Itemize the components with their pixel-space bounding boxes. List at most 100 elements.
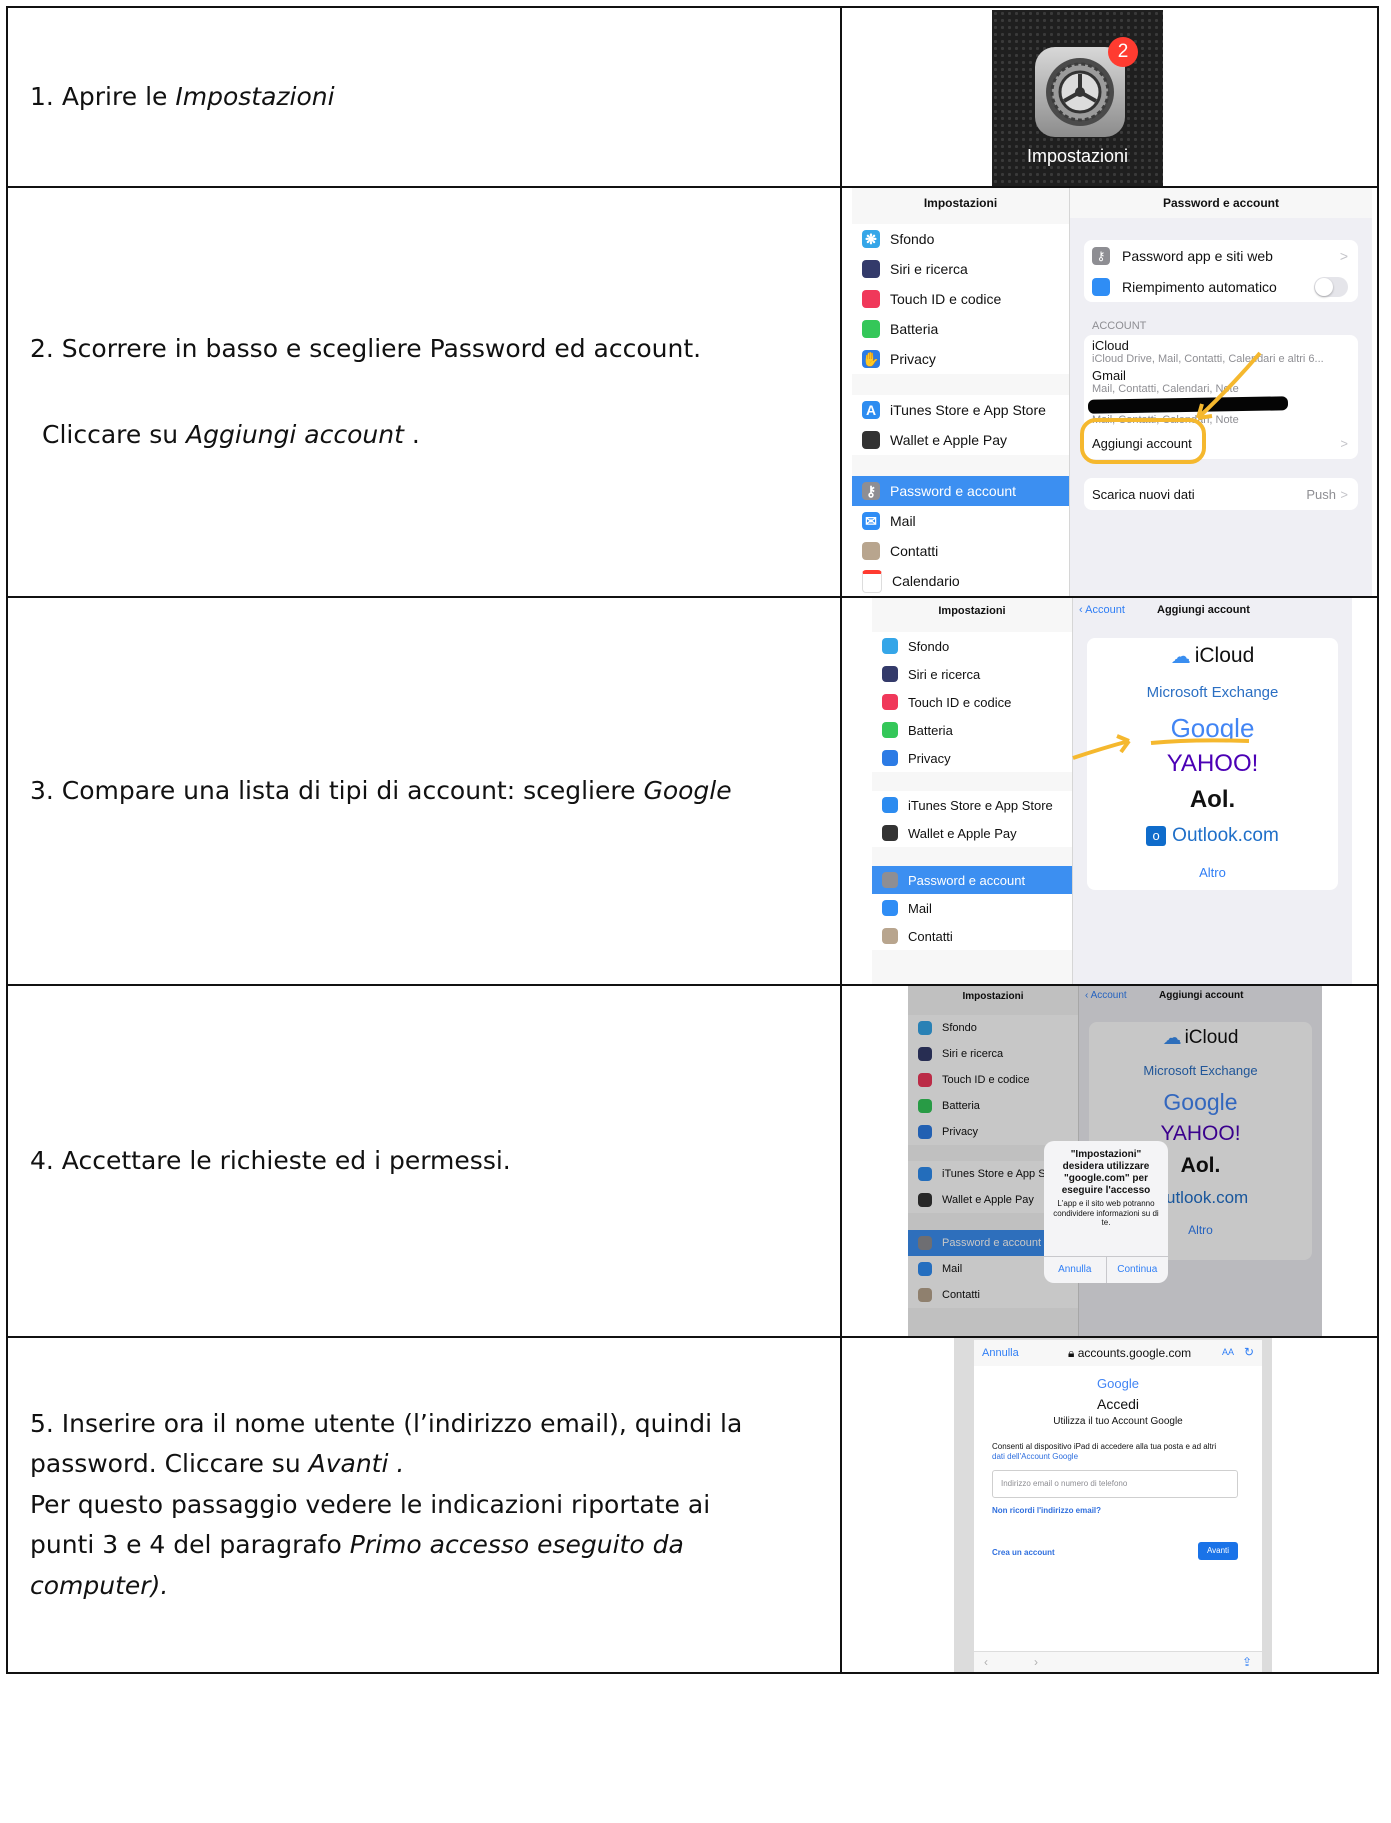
battery-icon <box>882 722 898 738</box>
alert-continue-button[interactable]: Continua <box>1107 1257 1169 1283</box>
google-logo: Google <box>1097 1376 1139 1391</box>
sidebar-item-label: Sfondo <box>890 231 935 247</box>
browser-toolbar: ‹ › ⇪ <box>974 1651 1262 1672</box>
sidebar-item-wallet[interactable]: Wallet e Apple Pay <box>872 819 1072 847</box>
sidebar-item-label: Siri e ricerca <box>890 261 968 277</box>
sidebar-title: Impostazioni <box>852 188 1069 218</box>
sidebar-item-label: Password e account <box>890 483 1017 499</box>
sidebar-item-batteria[interactable]: Batteria <box>872 716 1072 744</box>
contacts-icon <box>862 542 880 560</box>
sidebar-item-label: Wallet e Apple Pay <box>908 825 1017 841</box>
contacts-icon <box>882 928 898 944</box>
sidebar-item-mail[interactable]: ✉ Mail <box>852 506 1069 536</box>
signin-title: Accedi <box>1096 1396 1140 1412</box>
sidebar-item-label: Touch ID e codice <box>908 694 1012 710</box>
alert-cancel-button[interactable]: Annulla <box>1044 1257 1107 1283</box>
wallpaper-icon: ❋ <box>862 230 880 248</box>
step-row-1: 1. Aprire le Impostazioni 2 Impostazioni <box>8 8 1377 186</box>
sidebar-item-label: Contatti <box>908 928 953 944</box>
step-italic: Impostazioni <box>175 82 335 111</box>
sidebar-item-wallet[interactable]: Wallet e Apple Pay <box>852 425 1069 455</box>
sidebar-item-touchid[interactable]: Touch ID e codice <box>852 284 1069 314</box>
sidebar-item-siri[interactable]: Siri e ricerca <box>872 660 1072 688</box>
wallet-icon <box>862 431 880 449</box>
annotation-overlay <box>1080 351 1262 464</box>
sidebar-item-label: Password e account <box>908 872 1026 888</box>
signin-subtitle: Utilizza il tuo Account Google <box>1053 1416 1183 1427</box>
url-display[interactable]: 🔒︎ accounts.google.com <box>1068 1346 1191 1361</box>
share-icon[interactable]: ⇪ <box>1242 1655 1252 1669</box>
create-account-link[interactable]: Crea un account <box>992 1548 1055 1557</box>
sidebar-title: Impostazioni <box>938 605 1006 617</box>
mail-icon <box>882 900 898 916</box>
sidebar-item-batteria[interactable]: Batteria <box>852 314 1069 344</box>
fingerprint-icon <box>862 290 880 308</box>
sidebar-item-calendario[interactable]: Calendario <box>852 566 1069 596</box>
step-row-4: 4. Accettare le richieste ed i permessi.… <box>8 984 1377 1336</box>
sidebar-item-sfondo[interactable]: Sfondo <box>872 632 1072 660</box>
permission-screenshot: Impostazioni Sfondo Siri e ricerca Touch… <box>908 986 1322 1336</box>
step-2-text: 2. Scorrere in basso e scegliere Passwor… <box>8 188 842 596</box>
app-icon-tile: 2 Impostazioni <box>992 10 1163 186</box>
step-text: Per questo passaggio vedere le indicazio… <box>30 1489 711 1519</box>
step-text: 3. Compare una lista di tipi di account:… <box>30 776 636 805</box>
key-icon <box>882 872 898 888</box>
sidebar-item-itunes[interactable]: AiTunes Store e App Store <box>852 395 1069 425</box>
cancel-link[interactable]: Annulla <box>982 1347 1019 1359</box>
sidebar-item-label: Privacy <box>908 750 951 766</box>
step-italic: computer). <box>30 1570 169 1600</box>
step-5-image: Annulla 🔒︎ accounts.google.com AA ↻ Goog… <box>842 1338 1377 1672</box>
step-5-text: 5. Inserire ora il nome utente (l’indiri… <box>8 1338 842 1672</box>
step-row-5: 5. Inserire ora il nome utente (l’indiri… <box>8 1336 1377 1672</box>
sidebar-item-contatti[interactable]: Contatti <box>852 536 1069 566</box>
back-arrow-icon[interactable]: ‹ <box>984 1655 988 1669</box>
consent-label: Consenti al dispositivo iPad di accedere… <box>992 1442 1217 1451</box>
step-text: 4. Accettare le richieste ed i permessi. <box>30 1146 511 1175</box>
consent-link[interactable]: dati dell'Account Google <box>992 1452 1078 1461</box>
sidebar-item-privacy[interactable]: ✋ Privacy <box>852 344 1069 374</box>
sidebar-item-label: Wallet e Apple Pay <box>890 432 1007 448</box>
step-4-image: Impostazioni Sfondo Siri e ricerca Touch… <box>842 986 1377 1336</box>
step-number: 1. <box>30 82 54 111</box>
reload-icon[interactable]: ↻ <box>1244 1345 1254 1359</box>
app-store-icon: A <box>862 401 880 419</box>
sidebar-item-mail[interactable]: Mail <box>872 894 1072 922</box>
sidebar-item-contatti[interactable]: Contatti <box>872 922 1072 950</box>
password-account-pane: Password e account ⚷ Password app e siti … <box>1070 188 1372 596</box>
sidebar-item-sfondo[interactable]: ❋ Sfondo <box>852 224 1069 254</box>
step-text: 2. Scorrere in basso e scegliere Passwor… <box>30 334 702 363</box>
sidebar-item-siri[interactable]: Siri e ricerca <box>852 254 1069 284</box>
settings-sidebar: Impostazioni ❋ Sfondo Siri e ricerca Touc… <box>852 188 1070 596</box>
step-italic: Avanti . <box>308 1449 405 1479</box>
step-italic: Primo accesso eseguito da <box>349 1530 684 1560</box>
settings-screenshot: Impostazioni ❋ Sfondo Siri e ricerca Touc… <box>852 188 1372 596</box>
lock-icon: 🔒︎ <box>1068 1346 1075 1360</box>
forgot-email-link[interactable]: Non ricordi l'indirizzo email? <box>992 1506 1101 1515</box>
step-text: password. Cliccare su <box>30 1449 301 1479</box>
step-italic: Aggiungi account <box>186 420 404 449</box>
siri-icon <box>882 666 898 682</box>
sidebar-item-privacy[interactable]: Privacy <box>872 744 1072 772</box>
sidebar-item-label: Calendario <box>892 573 960 589</box>
hand-icon: ✋ <box>862 350 880 368</box>
sidebar-item-password[interactable]: Password e account <box>872 866 1072 894</box>
step-text: Cliccare su <box>42 420 179 449</box>
step-text: . <box>411 420 420 449</box>
next-button[interactable]: Avanti <box>1198 1542 1238 1560</box>
text-size-button[interactable]: AA <box>1222 1347 1234 1357</box>
add-account-screenshot: Impostazioni Sfondo Siri e ricerca Touch… <box>872 598 1352 984</box>
sidebar-item-password[interactable]: ⚷ Password e account <box>852 476 1069 506</box>
add-account-pane: ‹ Account Aggiungi account ☁ iCloud Micro… <box>1072 598 1352 984</box>
annotation-overlay <box>1072 734 1250 760</box>
step-2-image: Impostazioni ❋ Sfondo Siri e ricerca Touc… <box>842 188 1377 596</box>
step-1-text: 1. Aprire le Impostazioni <box>8 8 842 186</box>
sidebar-item-touchid[interactable]: Touch ID e codice <box>872 688 1072 716</box>
sidebar-item-itunes[interactable]: iTunes Store e App Store <box>872 791 1072 819</box>
forward-arrow-icon[interactable]: › <box>1034 1655 1038 1669</box>
email-field[interactable]: Indirizzo email o numero di telefono <box>992 1470 1238 1498</box>
fingerprint-icon <box>882 694 898 710</box>
sidebar-item-label: Siri e ricerca <box>908 666 981 682</box>
sidebar-item-label: Mail <box>908 900 932 916</box>
step-3-text: 3. Compare una lista di tipi di account:… <box>8 598 842 984</box>
step-4-text: 4. Accettare le richieste ed i permessi. <box>8 986 842 1336</box>
